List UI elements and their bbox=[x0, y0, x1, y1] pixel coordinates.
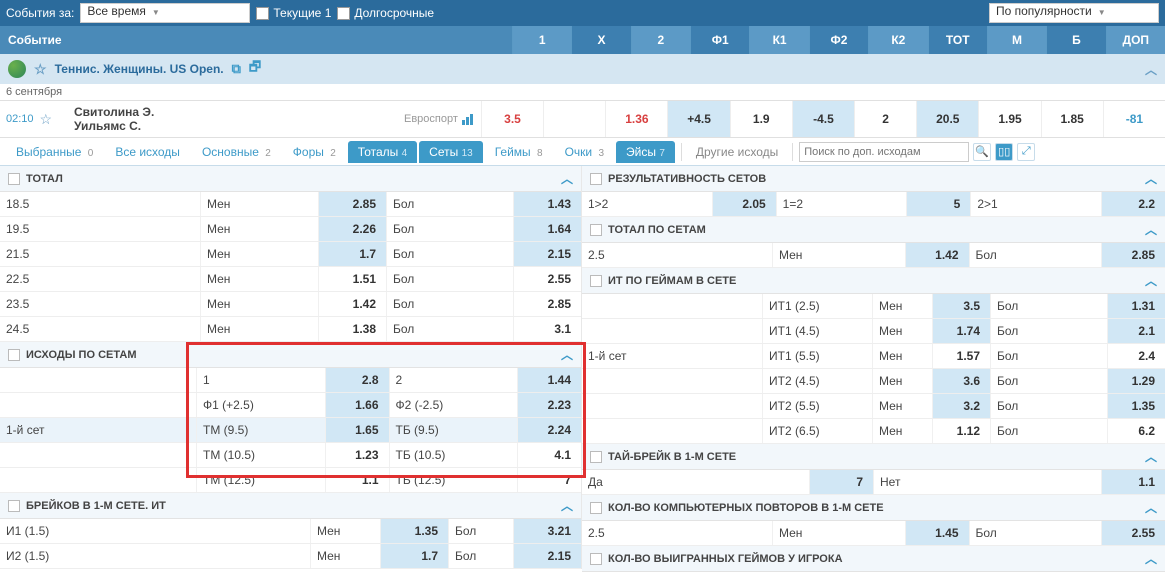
date-label: 6 сентября bbox=[0, 84, 1165, 101]
table-row: 24.5 Мен 1.38 Бол 3.1 bbox=[0, 317, 581, 342]
match-time: 02:10 bbox=[6, 113, 34, 125]
table-row: 18.5 Мен 2.85 Бол 1.43 bbox=[0, 192, 581, 217]
match-star-icon[interactable]: ☆ bbox=[40, 111, 53, 128]
tab-handicap[interactable]: Форы 2 bbox=[283, 141, 346, 163]
tab-sets[interactable]: Сеты 13 bbox=[419, 141, 483, 163]
col-k1: К1 bbox=[749, 26, 808, 54]
chevron-up-icon[interactable]: ︿ bbox=[561, 346, 573, 363]
tab-totals[interactable]: Тоталы 4 bbox=[348, 141, 417, 163]
section-checkbox[interactable] bbox=[8, 173, 20, 185]
current-checkbox[interactable]: Текущие 1 bbox=[256, 6, 331, 20]
odd-2[interactable]: 1.36 bbox=[605, 101, 667, 137]
star-icon[interactable]: ☆ bbox=[34, 61, 47, 78]
col-dop: ДОП bbox=[1106, 26, 1165, 54]
sort-select[interactable]: По популярности bbox=[989, 3, 1159, 23]
market-tabs: Выбранные 0 Все исходы Основные 2 Форы 2… bbox=[0, 138, 1165, 166]
chevron-up-icon[interactable]: ︿ bbox=[561, 170, 573, 187]
section-totalbysets[interactable]: ТОТАЛ ПО СЕТАМ ︿ bbox=[582, 217, 1165, 243]
odd-dop[interactable]: -81 bbox=[1103, 101, 1165, 137]
tab-points[interactable]: Очки 3 bbox=[555, 141, 614, 163]
tab-aces[interactable]: Эйсы 7 bbox=[616, 141, 675, 163]
table-row: 19.5 Мен 2.26 Бол 1.64 bbox=[0, 217, 581, 242]
col-1: 1 bbox=[512, 26, 571, 54]
table-row: 22.5 Мен 1.51 Бол 2.55 bbox=[0, 267, 581, 292]
player-1: Свитолина Э. bbox=[74, 105, 404, 119]
search-icon[interactable]: 🔍 bbox=[973, 143, 991, 161]
section-replays[interactable]: КОЛ-ВО КОМПЬЮТЕРНЫХ ПОВТОРОВ В 1-М СЕТЕ … bbox=[582, 495, 1165, 521]
section-breaks[interactable]: БРЕЙКОВ В 1-М СЕТЕ. ИТ ︿ bbox=[0, 493, 581, 519]
set-label: 1-й сет bbox=[0, 418, 196, 442]
copy-icon[interactable]: ⧉ bbox=[232, 61, 241, 77]
odd-1[interactable]: 3.5 bbox=[481, 101, 543, 137]
section-bysets[interactable]: ИСХОДЫ ПО СЕТАМ ︿ bbox=[0, 342, 581, 368]
col-2: 2 bbox=[631, 26, 690, 54]
section-tiebreak[interactable]: ТАЙ-БРЕЙК В 1-М СЕТЕ ︿ bbox=[582, 444, 1165, 470]
section-wongames[interactable]: КОЛ-ВО ВЫИГРАННЫХ ГЕЙМОВ У ИГРОКА ︿ bbox=[582, 546, 1165, 572]
bysets-table: 1 2.8 2 1.44 Ф1 (+2.5) 1.66 Ф2 (-2.5) 2.… bbox=[0, 368, 581, 493]
odd-m[interactable]: 1.95 bbox=[978, 101, 1040, 137]
category-title: Теннис. Женщины. US Open. bbox=[55, 62, 224, 76]
col-m: М bbox=[987, 26, 1046, 54]
odd-x[interactable] bbox=[543, 101, 605, 137]
section-total[interactable]: ТОТАЛ ︿ bbox=[0, 166, 581, 192]
odd-b[interactable]: 1.85 bbox=[1041, 101, 1103, 137]
search-input[interactable] bbox=[799, 142, 969, 162]
col-b: Б bbox=[1046, 26, 1105, 54]
col-x: Х bbox=[571, 26, 630, 54]
match-row: 02:10 ☆ Свитолина Э. Уильямс С. Евроспор… bbox=[0, 101, 1165, 138]
category-row[interactable]: ☆ Теннис. Женщины. US Open. ⧉ 🗗 ︿ bbox=[0, 54, 1165, 84]
tab-selected[interactable]: Выбранные 0 bbox=[6, 141, 103, 163]
collapse-icon[interactable]: ︿ bbox=[1145, 61, 1157, 78]
chevron-up-icon[interactable]: ︿ bbox=[561, 497, 573, 514]
table-row: 21.5 Мен 1.7 Бол 2.15 bbox=[0, 242, 581, 267]
link-icon[interactable]: 🗗 bbox=[249, 58, 261, 80]
tennis-icon bbox=[8, 60, 26, 78]
stats-icon[interactable] bbox=[462, 113, 473, 125]
event-column-header: Событие bbox=[0, 26, 512, 54]
col-f1: Ф1 bbox=[690, 26, 749, 54]
events-for-label: События за: bbox=[6, 6, 74, 20]
total-table: 18.5 Мен 2.85 Бол 1.43 19.5 Мен 2.26 Бол… bbox=[0, 192, 581, 342]
tab-all[interactable]: Все исходы bbox=[105, 141, 190, 163]
odd-tot[interactable]: 20.5 bbox=[916, 101, 978, 137]
odd-k1[interactable]: 1.9 bbox=[730, 101, 792, 137]
odd-k2[interactable]: 2 bbox=[854, 101, 916, 137]
odd-f2[interactable]: -4.5 bbox=[792, 101, 854, 137]
table-row: 23.5 Мен 1.42 Бол 2.85 bbox=[0, 292, 581, 317]
tab-games[interactable]: Геймы 8 bbox=[485, 141, 553, 163]
other-markets-label: Другие исходы bbox=[688, 145, 786, 159]
set-label: 1-й сет bbox=[582, 344, 762, 368]
expand-icon[interactable]: ⤢ bbox=[1017, 143, 1035, 161]
col-k2: К2 bbox=[868, 26, 927, 54]
longterm-checkbox[interactable]: Долгосрочные bbox=[337, 6, 434, 20]
top-bar: События за: Все время Текущие 1 Долгосро… bbox=[0, 0, 1165, 26]
tab-main[interactable]: Основные 2 bbox=[192, 141, 281, 163]
time-range-select[interactable]: Все время bbox=[80, 3, 250, 23]
section-itgames[interactable]: ИТ ПО ГЕЙМАМ В СЕТЕ ︿ bbox=[582, 268, 1165, 294]
channel-label: Евроспорт bbox=[404, 113, 458, 125]
col-f2: Ф2 bbox=[809, 26, 868, 54]
columns-icon[interactable]: ▯▯ bbox=[995, 143, 1013, 161]
columns-header: Событие 1 Х 2 Ф1 К1 Ф2 К2 ТОТ М Б ДОП bbox=[0, 26, 1165, 54]
odd-f1[interactable]: +4.5 bbox=[667, 101, 729, 137]
section-setperf[interactable]: РЕЗУЛЬТАТИВНОСТЬ СЕТОВ ︿ bbox=[582, 166, 1165, 192]
player-2: Уильямс С. bbox=[74, 119, 404, 133]
col-tot: ТОТ bbox=[928, 26, 987, 54]
